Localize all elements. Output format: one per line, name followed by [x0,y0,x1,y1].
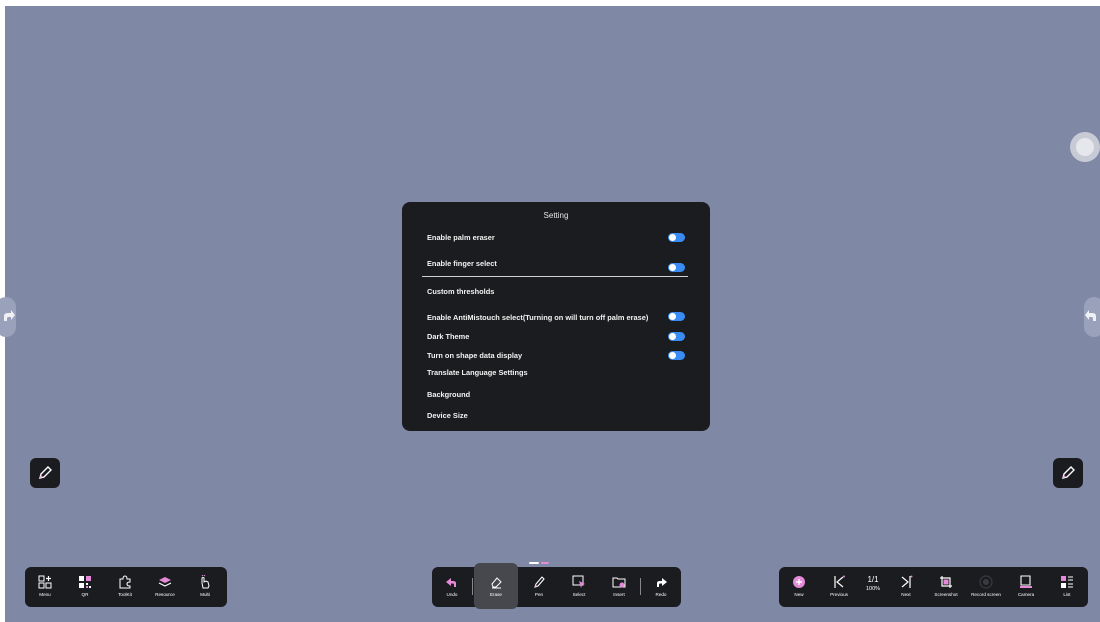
eraser-icon [491,577,502,589]
finger-select-toggle[interactable] [668,263,685,272]
new-label: New [794,592,804,597]
setting-shape-data-label: Turn on shape data display [427,351,523,360]
undo-arrow-icon [446,578,456,587]
new-page-button[interactable]: New [779,567,819,607]
next-page-icon [901,575,913,588]
shape-data-toggle[interactable] [668,351,685,360]
screenshot-crop-icon [940,576,952,588]
multi-touch-hand-icon [201,575,210,589]
previous-label: Previous [830,592,848,597]
list-icon [1061,576,1073,588]
previous-page-button[interactable]: Previous [819,567,859,607]
toolbar-separator [472,578,473,595]
redo-button[interactable]: Redo [641,567,681,607]
select-label: Select [572,592,586,597]
menu-grid-icon [38,575,52,589]
record-icon [979,575,993,589]
pen-button[interactable]: Pen [519,567,559,607]
insert-folder-icon [612,577,626,588]
screenshot-label: Screenshot [934,592,958,597]
next-page-button[interactable]: Next [886,567,926,607]
left-side-page-tab[interactable] [0,297,16,337]
erase-label: Erase [489,592,502,597]
pen-icon [39,466,52,479]
settings-title: Setting [543,211,569,220]
puzzle-icon [119,575,131,589]
qr-label: QR [81,592,89,597]
camera-button[interactable]: Camera [1006,567,1046,607]
erase-button[interactable]: Erase [474,563,518,609]
camera-icon [1020,575,1032,588]
undo-label: Undo [446,592,458,597]
camera-label: Camera [1017,592,1035,597]
left-toolbar: Menu QR ToolKit Resource Multi [25,567,227,607]
setting-custom-thresholds[interactable]: Custom thresholds [427,287,494,296]
resource-button[interactable]: Resource [145,567,185,607]
setting-background[interactable]: Background [427,390,470,399]
setting-dark-theme-label: Dark Theme [427,332,470,341]
setting-palm-eraser-label: Enable palm eraser [427,233,495,242]
insert-label: Insert [613,592,625,597]
center-toolbar: Undo Erase Pen Select Insert Redo [432,563,681,609]
right-side-page-tab[interactable] [1084,297,1100,337]
setting-translate-language[interactable]: Translate Language Settings [427,368,528,377]
toolkit-button[interactable]: ToolKit [105,567,145,607]
insert-button[interactable]: Insert [599,567,639,607]
setting-antimistouch-label: Enable AntiMistouch select(Turning on wi… [427,313,649,322]
record-screen-button[interactable]: Record screen [966,567,1006,607]
palm-eraser-toggle[interactable] [668,233,685,242]
list-button[interactable]: List [1047,567,1087,607]
previous-page-icon [834,575,845,588]
redo-label: Redo [655,592,667,597]
redo-arrow-icon [657,578,667,587]
toolkit-label: ToolKit [118,592,132,597]
list-label: List [1063,592,1071,597]
multi-label: Multi [200,592,210,597]
right-pen-button[interactable] [1053,458,1083,488]
layers-icon [158,577,172,587]
dark-theme-toggle[interactable] [668,332,685,341]
page-indicator [541,562,549,564]
select-cursor-icon [572,575,585,588]
new-plus-icon [793,576,805,588]
menu-label: Menu [39,592,51,597]
page-number: 1/1 [867,575,879,584]
pen-icon [1062,466,1075,479]
qr-button[interactable]: QR [65,567,105,607]
next-label: Next [901,592,911,597]
zoom-level: 100% [865,586,881,592]
antimistouch-toggle[interactable] [668,312,685,321]
setting-finger-select-label: Enable finger select [427,259,497,268]
qr-code-icon [79,576,91,588]
page-indicator-active [529,562,539,564]
multi-button[interactable]: Multi [185,567,225,607]
pen-icon [534,576,545,588]
menu-button[interactable]: Menu [25,567,65,607]
floating-assist-button[interactable] [1070,132,1100,162]
divider [422,276,688,277]
left-pen-button[interactable] [30,458,60,488]
select-button[interactable]: Select [559,567,599,607]
settings-panel: Setting Enable palm eraser Enable finger… [402,202,710,431]
setting-device-size[interactable]: Device Size [427,411,468,420]
undo-button[interactable]: Undo [432,567,472,607]
screenshot-button[interactable]: Screenshot [926,567,966,607]
forward-arrow-icon [4,310,15,321]
resource-label: Resource [155,592,175,597]
pen-label: Pen [534,592,544,597]
right-toolbar: New Previous 1/1 100% Next Screenshot Re… [779,567,1088,607]
page-counter: 1/1 100% [858,575,888,593]
back-arrow-icon [1085,310,1096,321]
record-screen-label: Record screen [971,592,1001,597]
